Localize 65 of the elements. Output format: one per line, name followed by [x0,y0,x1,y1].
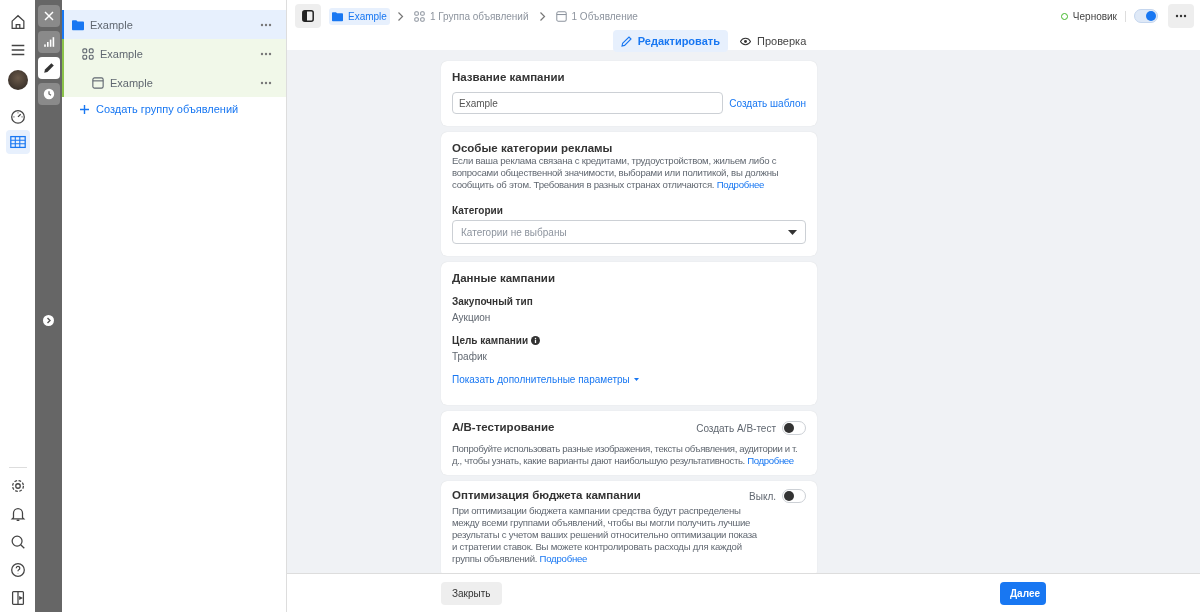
name-input[interactable]: Example [452,92,724,114]
description: Попробуйте использовать разные изображения, тексты объявления, аудитории и т. д., чтобы узнать, какие варианты дают наибольшую результативность. Подробнее [452,443,799,467]
plus-icon[interactable] [80,104,89,114]
folder-icon [332,10,343,22]
learn-more-link[interactable]: Подробнее [747,455,794,466]
card-title: Оптимизация бюджета кампании [452,489,642,501]
grid-icon [413,10,425,22]
toggle-label: Выкл. [749,490,776,502]
create-template-link[interactable]: Создать шаблон [729,97,806,109]
more-icon[interactable] [260,80,272,85]
mode-tab[interactable]: Редактировать [612,30,728,52]
category-dropdown[interactable]: Категории не выбраны [452,220,806,244]
learn-more-link[interactable]: Подробнее [539,553,588,564]
field-value: Трафик [452,351,488,362]
next-button[interactable]: Далее [1000,581,1046,605]
toggle-switch[interactable] [1134,9,1158,23]
create-ad-set-link[interactable]: Создать группу объявлений [96,103,239,115]
expand-icon[interactable] [43,315,54,326]
card-title: Особые категории рекламы [452,142,614,154]
more-icon[interactable] [260,22,272,27]
tree-item[interactable]: Example [62,68,286,97]
help-icon[interactable] [8,561,27,579]
breadcrumb[interactable]: 1 Группа объявлений [410,7,532,25]
card-title: Данные кампании [452,272,556,284]
field-value: Аукцион [452,312,492,323]
tree-item[interactable]: Example [62,39,286,68]
avatar[interactable] [7,70,28,90]
sidebar-toggle-icon[interactable] [295,4,321,28]
bell-icon[interactable] [8,505,27,523]
pencil-icon [620,35,632,47]
chevron-icon [396,11,404,21]
field-label: Закупочный тип [452,296,533,307]
clock-icon[interactable] [37,83,60,105]
caret-icon [788,229,797,235]
chevron-icon [538,11,546,21]
breadcrumb[interactable]: Example [329,7,390,25]
folder-icon [72,18,84,31]
description: Если ваша реклама связана с кредитами, трудоустройством, жильем либо с вопросами общественной значимости, выборами или политикой, вы должны сообщить об этом. Требования в разных странах отличаются. Подробнее [452,155,780,191]
tree-item[interactable]: Example [62,10,286,39]
window-icon [92,76,104,89]
toggle-switch[interactable] [782,489,806,503]
card-title: Название кампании [452,71,566,83]
mode-tab[interactable]: Проверка [732,30,815,52]
toggle-switch[interactable] [782,421,806,435]
more-icon[interactable] [260,51,272,56]
learn-more-link[interactable]: Подробнее [716,179,765,190]
pencil-icon[interactable] [37,57,60,79]
info-icon[interactable] [531,336,541,345]
description: При оптимизации бюджета кампании средства будут распределены между всеми группами объявлений, чтобы вы могли получить лучшие результаты с учетом ваших решений относительно оптимизации показа и стратегии ставок. Вы можете контролировать расходы для каждой группы объявлений. Подробнее [452,505,757,565]
eye-icon [740,35,751,47]
gauge-icon[interactable] [8,107,27,125]
close-button[interactable]: Закрыть [441,581,502,605]
window-icon [555,10,567,22]
breadcrumb[interactable]: 1 Объявление [552,7,641,25]
show-more-link[interactable]: Показать дополнительные параметры [452,374,639,385]
field-label: Категории [452,205,503,216]
table-icon[interactable] [5,130,30,154]
field-label: Цель кампании [452,335,529,346]
card-title: A/B-тестирование [452,421,556,433]
close-icon[interactable] [37,5,60,27]
status-label: Черновик [1072,10,1117,22]
grid-icon [82,47,94,60]
toggle-label: Создать A/B-тест [696,422,776,434]
bar-chart-icon[interactable] [37,31,60,53]
caret-icon [633,378,639,381]
